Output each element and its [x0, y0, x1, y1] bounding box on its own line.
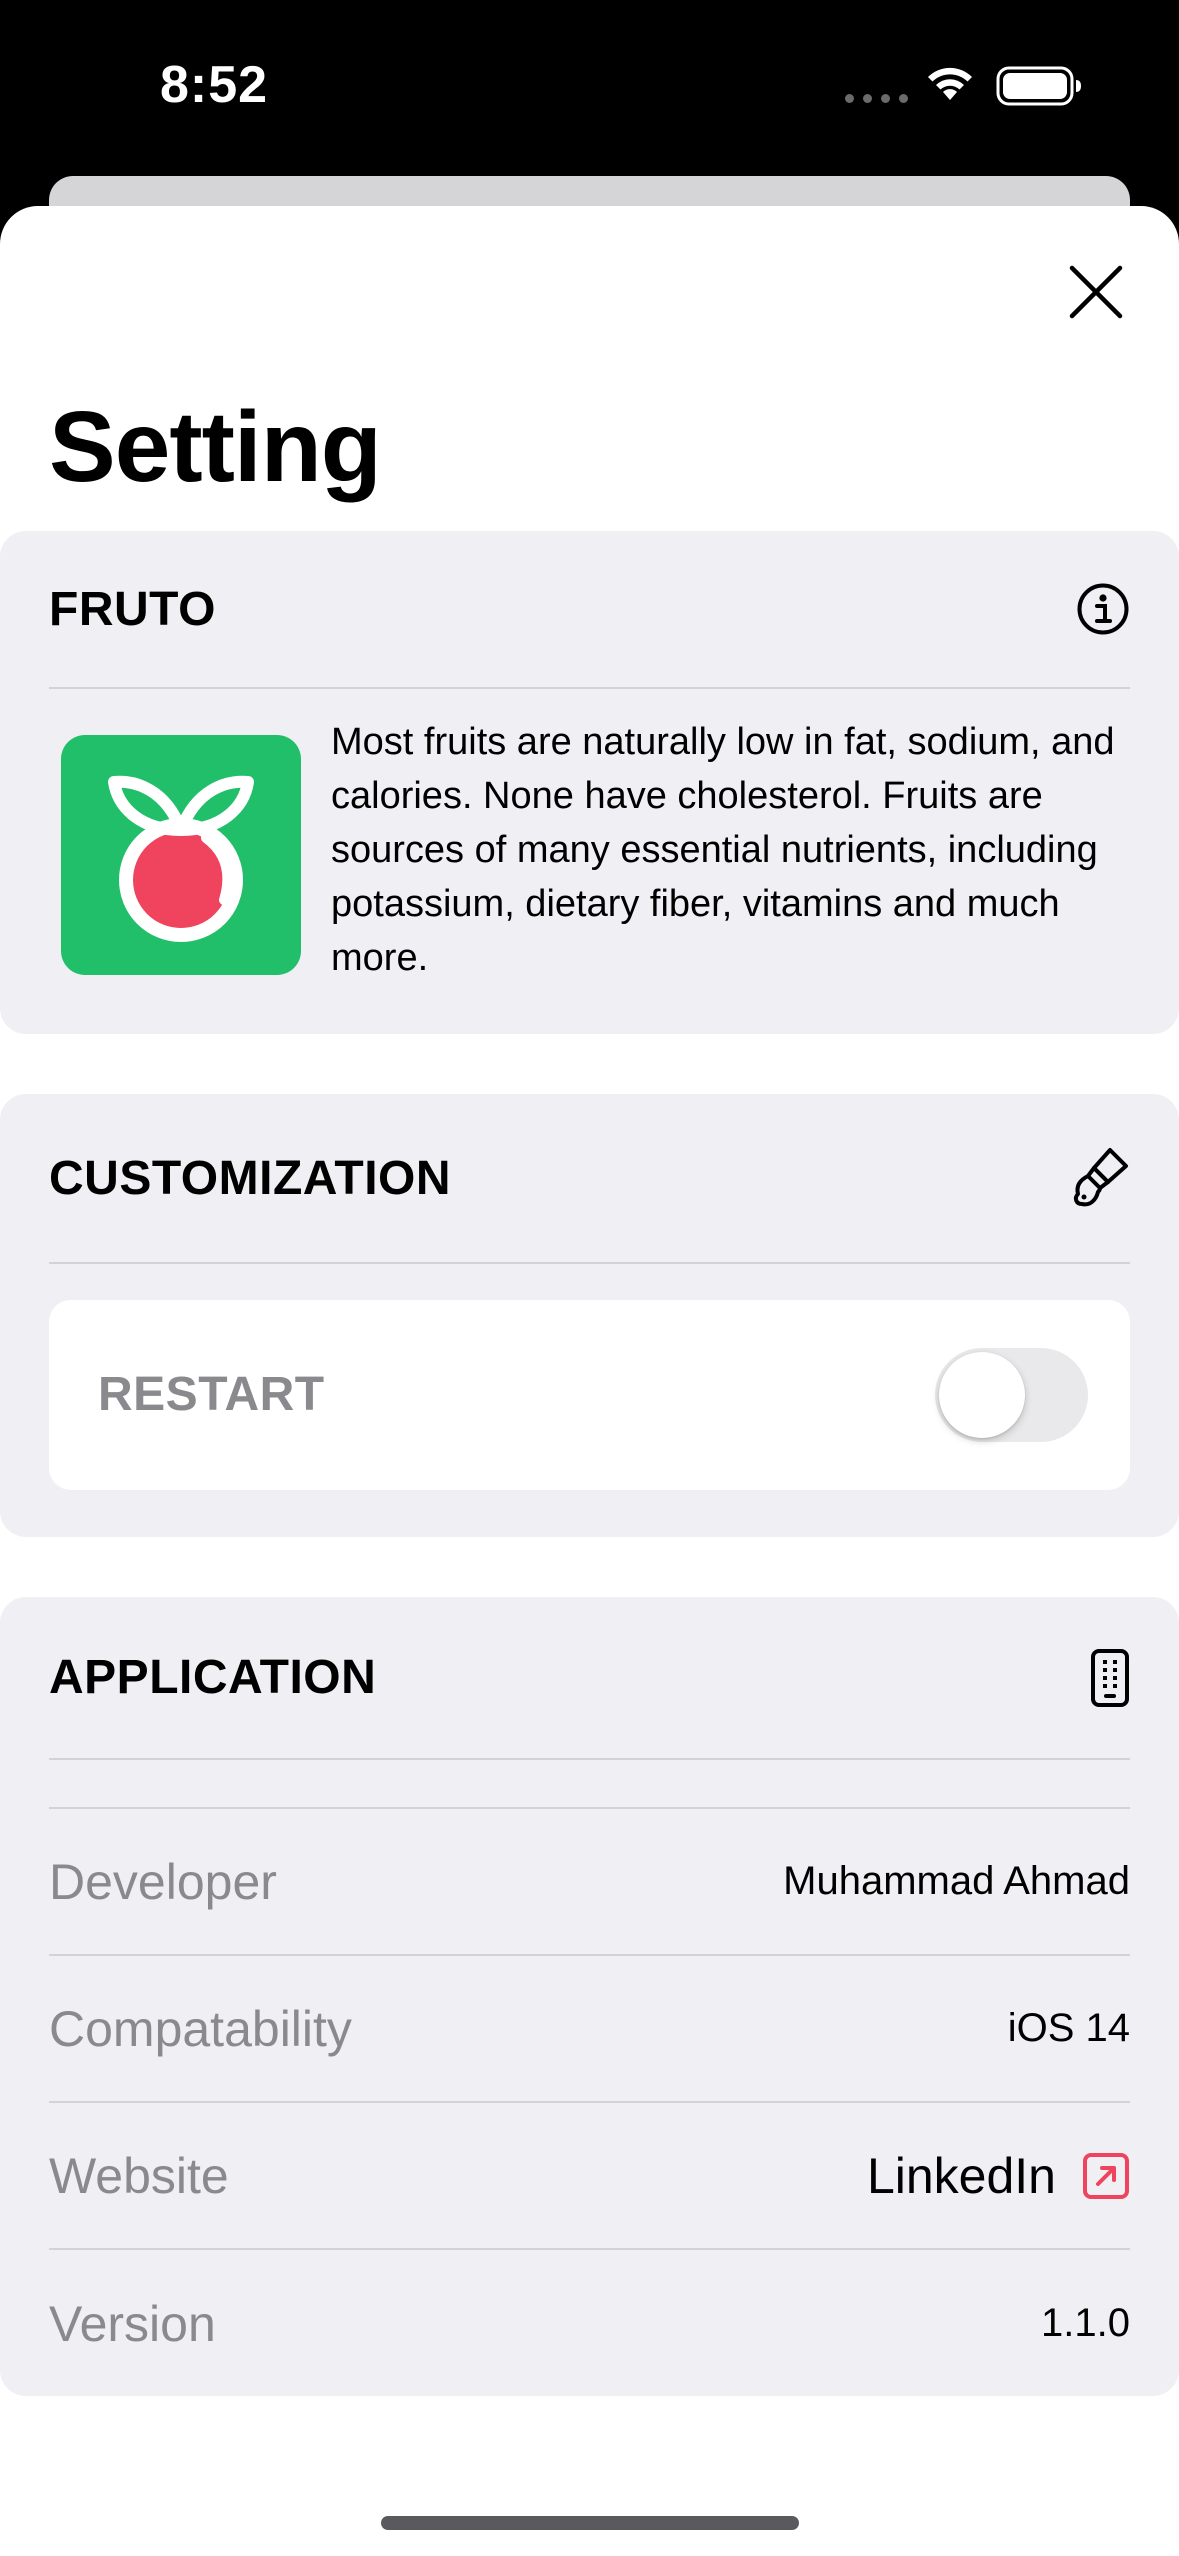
fruto-title: FRUTO	[49, 582, 216, 636]
fruto-section: FRUTO Most fruits are naturally low in f…	[0, 531, 1179, 1034]
customization-section: CUSTOMIZATION RESTART	[0, 1094, 1179, 1537]
iphone-icon	[1090, 1648, 1130, 1708]
close-button[interactable]	[1058, 254, 1134, 330]
compatibility-value: iOS 14	[1007, 2006, 1130, 2050]
application-title: APPLICATION	[49, 1651, 377, 1704]
restart-label: RESTART	[98, 1368, 325, 1421]
fruto-description: Most fruits are naturally low in fat, so…	[331, 721, 1115, 979]
wifi-icon	[928, 67, 972, 100]
status-bar: 8:52	[0, 0, 1179, 175]
restart-toggle[interactable]	[935, 1348, 1088, 1442]
customization-header: CUSTOMIZATION	[49, 1094, 1130, 1264]
fruto-logo	[61, 735, 301, 975]
battery-icon	[996, 66, 1081, 106]
home-indicator[interactable]	[381, 2516, 799, 2530]
paintbrush-icon	[1070, 1146, 1130, 1210]
version-label: Version	[49, 2295, 216, 2352]
cellular-dots-icon	[845, 94, 908, 103]
fruto-header: FRUTO	[49, 531, 1130, 689]
website-link[interactable]: LinkedIn	[867, 2147, 1130, 2205]
info-row-developer: Developer Muhammad Ahmad	[49, 1809, 1130, 1956]
toggle-knob	[939, 1352, 1025, 1438]
developer-label: Developer	[49, 1853, 277, 1910]
version-value: 1.1.0	[1041, 2301, 1130, 2345]
external-link-icon	[1083, 2152, 1129, 2199]
compatibility-label: Compatability	[49, 2000, 352, 2057]
application-section: APPLICATION Developer Muhammad Ahmad Com…	[0, 1597, 1179, 2396]
restart-toggle-row: RESTART	[49, 1300, 1130, 1490]
application-header: APPLICATION	[49, 1597, 1130, 1760]
info-row-version: Version 1.1.0	[49, 2250, 1130, 2397]
status-time: 8:52	[160, 56, 269, 114]
website-link-text: LinkedIn	[866, 2147, 1056, 2204]
close-icon	[1069, 265, 1123, 319]
info-row-website: Website LinkedIn	[49, 2103, 1130, 2250]
developer-value: Muhammad Ahmad	[783, 1859, 1130, 1903]
customization-title: CUSTOMIZATION	[49, 1151, 452, 1205]
website-label: Website	[49, 2147, 229, 2204]
info-circle-icon	[1076, 582, 1130, 636]
page-title: Setting	[49, 391, 382, 503]
info-row-compatibility: Compatability iOS 14	[49, 1956, 1130, 2103]
